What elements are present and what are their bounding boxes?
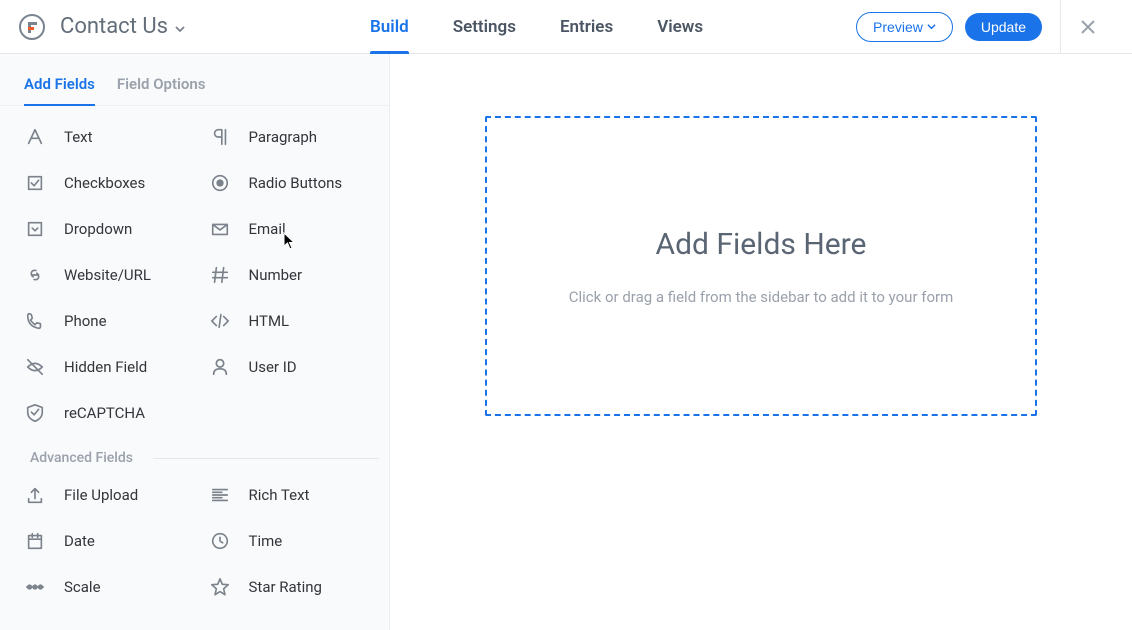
- dropzone[interactable]: Add Fields Here Click or drag a field fr…: [485, 116, 1037, 416]
- html-icon: [209, 310, 231, 332]
- checkbox-icon: [24, 172, 46, 194]
- basic-fields-grid: Text Paragraph Checkboxes Radio Buttons Drop…: [10, 114, 379, 436]
- field-item-user-id[interactable]: User ID: [195, 344, 380, 390]
- field-item-email[interactable]: Email: [195, 206, 380, 252]
- chevron-down-icon: [174, 23, 184, 33]
- field-item-label: Phone: [64, 312, 107, 330]
- close-button[interactable]: [1060, 0, 1114, 54]
- nav-views[interactable]: Views: [657, 0, 703, 53]
- advanced-section-header: Advanced Fields: [10, 450, 379, 466]
- star-icon: [209, 576, 231, 598]
- sidebar-tabs: Add Fields Field Options: [0, 54, 389, 106]
- field-item-radio-buttons[interactable]: Radio Buttons: [195, 160, 380, 206]
- hash-icon: [209, 264, 231, 286]
- field-item-text[interactable]: Text: [10, 114, 195, 160]
- field-item-website-url[interactable]: Website/URL: [10, 252, 195, 298]
- field-item-label: File Upload: [64, 486, 138, 504]
- field-item-label: Number: [249, 266, 303, 284]
- app-body: Add Fields Field Options Text Paragraph Ch…: [0, 54, 1132, 630]
- field-item-label: Text: [64, 128, 93, 146]
- field-item-hidden-field[interactable]: Hidden Field: [10, 344, 195, 390]
- field-item-label: Checkboxes: [64, 174, 145, 192]
- header-actions: Preview Update: [856, 0, 1132, 53]
- fields-area: Text Paragraph Checkboxes Radio Buttons Drop…: [0, 106, 389, 610]
- dropzone-title: Add Fields Here: [656, 227, 867, 262]
- form-title-text: Contact Us: [60, 14, 168, 39]
- sidebar: Add Fields Field Options Text Paragraph Ch…: [0, 54, 390, 630]
- preview-button[interactable]: Preview: [856, 12, 953, 42]
- field-item-recaptcha[interactable]: reCAPTCHA: [10, 390, 195, 436]
- clock-icon: [209, 530, 231, 552]
- canvas: Add Fields Here Click or drag a field fr…: [390, 54, 1132, 630]
- field-item-star-rating[interactable]: Star Rating: [195, 564, 380, 610]
- scale-icon: [24, 576, 46, 598]
- field-item-html[interactable]: HTML: [195, 298, 380, 344]
- field-item-label: Radio Buttons: [249, 174, 343, 192]
- nav-build[interactable]: Build: [370, 0, 409, 53]
- dropzone-subtitle: Click or drag a field from the sidebar t…: [569, 288, 954, 306]
- field-item-checkboxes[interactable]: Checkboxes: [10, 160, 195, 206]
- field-item-paragraph[interactable]: Paragraph: [195, 114, 380, 160]
- text-a-icon: [24, 126, 46, 148]
- field-item-time[interactable]: Time: [195, 518, 380, 564]
- hidden-icon: [24, 356, 46, 378]
- richtext-icon: [209, 484, 231, 506]
- radio-icon: [209, 172, 231, 194]
- paragraph-icon: [209, 126, 231, 148]
- shield-icon: [24, 402, 46, 424]
- form-title-dropdown[interactable]: Contact Us: [60, 14, 184, 39]
- field-item-scale[interactable]: Scale: [10, 564, 195, 610]
- field-item-label: Website/URL: [64, 266, 151, 284]
- field-item-label: HTML: [249, 312, 290, 330]
- phone-icon: [24, 310, 46, 332]
- field-item-rich-text[interactable]: Rich Text: [195, 472, 380, 518]
- nav-settings[interactable]: Settings: [453, 0, 516, 53]
- field-item-label: Dropdown: [64, 220, 132, 238]
- field-item-label: Rich Text: [249, 486, 310, 504]
- field-item-date[interactable]: Date: [10, 518, 195, 564]
- field-item-label: Scale: [64, 578, 101, 596]
- user-icon: [209, 356, 231, 378]
- close-icon: [1079, 18, 1097, 36]
- advanced-fields-grid: File Upload Rich Text Date Time Scale Star Ra…: [10, 472, 379, 610]
- field-item-label: reCAPTCHA: [64, 404, 145, 422]
- field-item-label: Email: [249, 220, 286, 238]
- link-icon: [24, 264, 46, 286]
- field-item-dropdown[interactable]: Dropdown: [10, 206, 195, 252]
- email-icon: [209, 218, 231, 240]
- calendar-icon: [24, 530, 46, 552]
- advanced-section-label: Advanced Fields: [10, 450, 143, 466]
- field-item-phone[interactable]: Phone: [10, 298, 195, 344]
- field-item-label: Time: [249, 532, 283, 550]
- field-item-label: Paragraph: [249, 128, 318, 146]
- field-item-label: User ID: [249, 358, 297, 376]
- dropdown-icon: [24, 218, 46, 240]
- field-item-label: Date: [64, 532, 95, 550]
- upload-icon: [24, 484, 46, 506]
- app-header: Contact Us Build Settings Entries Views …: [0, 0, 1132, 54]
- caret-down-icon: [927, 22, 936, 31]
- main-nav: Build Settings Entries Views: [370, 0, 703, 53]
- field-item-label: Star Rating: [249, 578, 322, 596]
- sidebar-tab-add-fields[interactable]: Add Fields: [24, 75, 95, 105]
- field-item-label: Hidden Field: [64, 358, 147, 376]
- field-item-file-upload[interactable]: File Upload: [10, 472, 195, 518]
- divider: [153, 458, 379, 459]
- update-button[interactable]: Update: [965, 13, 1042, 41]
- sidebar-tab-field-options[interactable]: Field Options: [117, 75, 206, 105]
- nav-entries[interactable]: Entries: [560, 0, 613, 53]
- app-logo: [18, 13, 46, 41]
- field-item-number[interactable]: Number: [195, 252, 380, 298]
